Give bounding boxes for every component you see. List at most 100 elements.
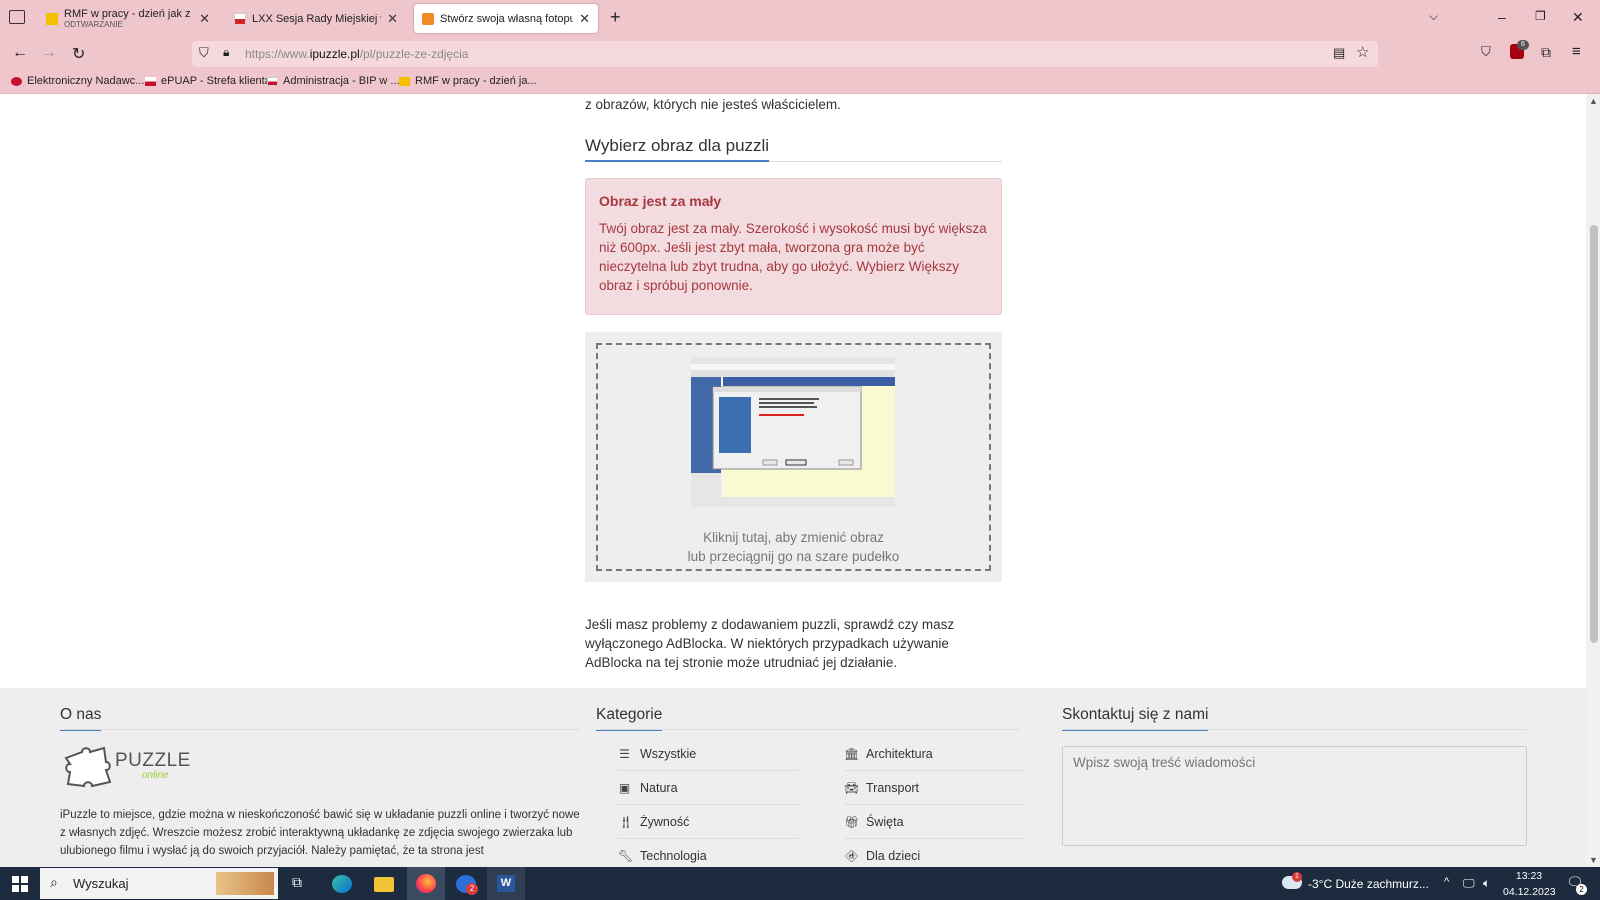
bookmark-favicon-icon	[11, 76, 22, 86]
close-window-icon[interactable]: ✕	[1572, 9, 1584, 26]
taskbar-search-label: Wyszukaj	[73, 876, 129, 891]
bookmark-elektroniczny[interactable]: Elektroniczny Nadawc...	[11, 75, 144, 87]
weather-badge: 1	[1292, 872, 1302, 882]
error-alert: Obraz jest za mały Twój obraz jest za ma…	[585, 178, 1002, 315]
puzzle-favicon-icon	[422, 12, 434, 25]
extensions-icon[interactable]: ⧉	[1541, 44, 1551, 61]
close-tab-icon[interactable]: ✕	[387, 11, 398, 27]
bookmark-star-icon[interactable]: ☆	[1356, 43, 1369, 61]
message-textarea[interactable]	[1062, 746, 1527, 846]
category-wszystkie[interactable]: ☰ Wszystkie	[618, 737, 798, 771]
bookmark-rmf[interactable]: RMF w pracy - dzień ja...	[399, 75, 537, 87]
tab-list-icon[interactable]	[9, 10, 25, 24]
bookmark-label: Elektroniczny Nadawc...	[27, 75, 145, 87]
taskbar-search-box[interactable]: ⌕ Wyszukaj	[40, 868, 278, 899]
tab-lxx-sesja[interactable]: LXX Sesja Rady Miejskiej w Mro ✕	[226, 4, 406, 33]
list-icon: ☰	[619, 746, 630, 761]
intro-text: z obrazów, których nie jesteś właściciel…	[585, 97, 841, 112]
category-architektura[interactable]: 🏛︎ Architektura	[844, 737, 1024, 771]
scroll-down-icon[interactable]: ▼	[1589, 855, 1598, 865]
about-text: iPuzzle to miejsce, gdzie można w niesko…	[60, 809, 580, 857]
tab-ipuzzle[interactable]: Stwórz swoja własną fotopuzzle ✕	[414, 4, 598, 33]
url-domain: ipuzzle.pl	[309, 47, 360, 61]
alert-body: Twój obraz jest za mały. Szerokość i wys…	[599, 221, 987, 293]
tab-subtitle: ODTWARZANIE	[64, 20, 123, 29]
logo-text: PUZZLE	[115, 750, 191, 771]
tab-title: Stwórz swoja własną fotopuzzle	[440, 12, 574, 25]
category-label: Transport	[866, 780, 920, 795]
firefox-icon	[416, 874, 436, 893]
flag-favicon-icon	[234, 12, 246, 25]
pocket-icon[interactable]: ⛉	[1481, 44, 1491, 60]
reload-icon[interactable]: ↻	[72, 44, 85, 64]
category-swieta[interactable]: 🎁︎ Święta	[844, 805, 1024, 839]
categories-title: Kategorie	[596, 706, 663, 731]
file-explorer-icon[interactable]	[374, 877, 394, 892]
forward-icon[interactable]: →	[41, 44, 57, 62]
close-tab-icon[interactable]: ✕	[199, 11, 210, 27]
chevron-down-icon[interactable]: ⌵	[1429, 9, 1438, 24]
dropzone-line1[interactable]: Kliknij tutaj, aby zmienić obraz	[596, 530, 991, 545]
category-transport[interactable]: 🚘︎ Transport	[844, 771, 1024, 805]
wrench-icon: 🔧︎	[618, 849, 634, 863]
extension-badge: 6	[1517, 40, 1529, 50]
section-title: Wybierz obraz dla puzzli	[585, 136, 1002, 162]
search-icon: ⌕	[50, 874, 58, 890]
rmf-favicon-icon	[46, 12, 58, 25]
categories-title-text: Kategorie	[596, 706, 663, 731]
new-tab-icon[interactable]: +	[610, 7, 621, 28]
word-taskbar-button[interactable]: W	[487, 867, 525, 900]
weather-text[interactable]: -3°C Duże zachmurz...	[1308, 877, 1429, 891]
menu-icon[interactable]: ≡	[1572, 43, 1581, 60]
bookmark-administracja[interactable]: Administracja - BIP w ...	[267, 75, 400, 87]
category-label: Architektura	[866, 746, 933, 761]
category-natura[interactable]: ▣ Natura	[618, 771, 798, 805]
logo-subtext: online	[142, 770, 169, 781]
bookmark-epuap[interactable]: ePUAP - Strefa klienta	[145, 75, 271, 87]
url-text[interactable]: https://www.ipuzzle.pl/pl/puzzle-ze-zdję…	[245, 47, 468, 61]
word-icon: W	[497, 875, 515, 892]
puzzle-logo[interactable]: PUZZLE online	[60, 744, 190, 790]
dropzone-line2[interactable]: lub przeciągnij go na szare pudełko	[596, 549, 991, 564]
windows-start-icon[interactable]	[12, 876, 28, 892]
cutlery-icon: 🍴︎	[618, 814, 634, 829]
category-label: Dla dzieci	[866, 849, 921, 863]
url-path: /pl/puzzle-ze-zdjęcia	[359, 47, 469, 61]
scroll-up-icon[interactable]: ▲	[1589, 96, 1598, 106]
firefox-taskbar-button[interactable]	[407, 867, 445, 900]
scrollbar-thumb[interactable]	[1590, 225, 1598, 643]
contact-divider	[1062, 729, 1527, 730]
clock-date[interactable]: 04.12.2023	[1503, 886, 1556, 898]
category-zywnosc[interactable]: 🍴︎ Żywność	[618, 805, 798, 839]
category-label: Technologia	[640, 849, 707, 863]
task-view-icon[interactable]: ⧉	[292, 874, 302, 891]
bank-icon: 🏛︎	[844, 746, 860, 761]
back-icon[interactable]: ←	[12, 44, 28, 62]
clock-time[interactable]: 13:23	[1508, 870, 1550, 882]
bookmark-favicon-icon	[145, 76, 156, 86]
volume-icon[interactable]: 🔈︎	[1483, 876, 1490, 891]
uploaded-image-thumbnail[interactable]	[691, 357, 895, 507]
bookmark-favicon-icon	[399, 76, 410, 86]
about-title: O nas	[60, 706, 102, 731]
edge-icon[interactable]	[332, 875, 352, 893]
close-tab-icon[interactable]: ✕	[579, 11, 590, 27]
tab-rmf[interactable]: RMF w pracy - dzień jak z nut -ODTWARZAN…	[38, 4, 218, 33]
section-title-text: Wybierz obraz dla puzzli	[585, 136, 770, 162]
shield-icon[interactable]: ⛉	[199, 45, 209, 61]
puzzle-piece-icon	[64, 746, 112, 788]
image-icon: ▣	[618, 780, 631, 795]
bookmark-favicon-icon	[267, 76, 278, 86]
reader-view-icon[interactable]: ▤	[1333, 45, 1345, 61]
messenger-badge: 2	[466, 883, 478, 895]
network-icon[interactable]: 🖵︎	[1463, 876, 1475, 891]
minimize-icon[interactable]: –	[1498, 9, 1506, 25]
notification-count: 2	[1576, 884, 1587, 895]
restore-icon[interactable]: ❐	[1535, 9, 1546, 23]
adblock-note: Jeśli masz problemy z dodawaniem puzzli,…	[585, 617, 955, 670]
lock-icon[interactable]: 🔒︎	[223, 45, 229, 60]
about-divider	[60, 729, 580, 730]
car-icon: 🚘︎	[844, 780, 860, 795]
about-title-text: O nas	[60, 706, 102, 731]
chevron-up-icon[interactable]: ^	[1444, 876, 1449, 888]
